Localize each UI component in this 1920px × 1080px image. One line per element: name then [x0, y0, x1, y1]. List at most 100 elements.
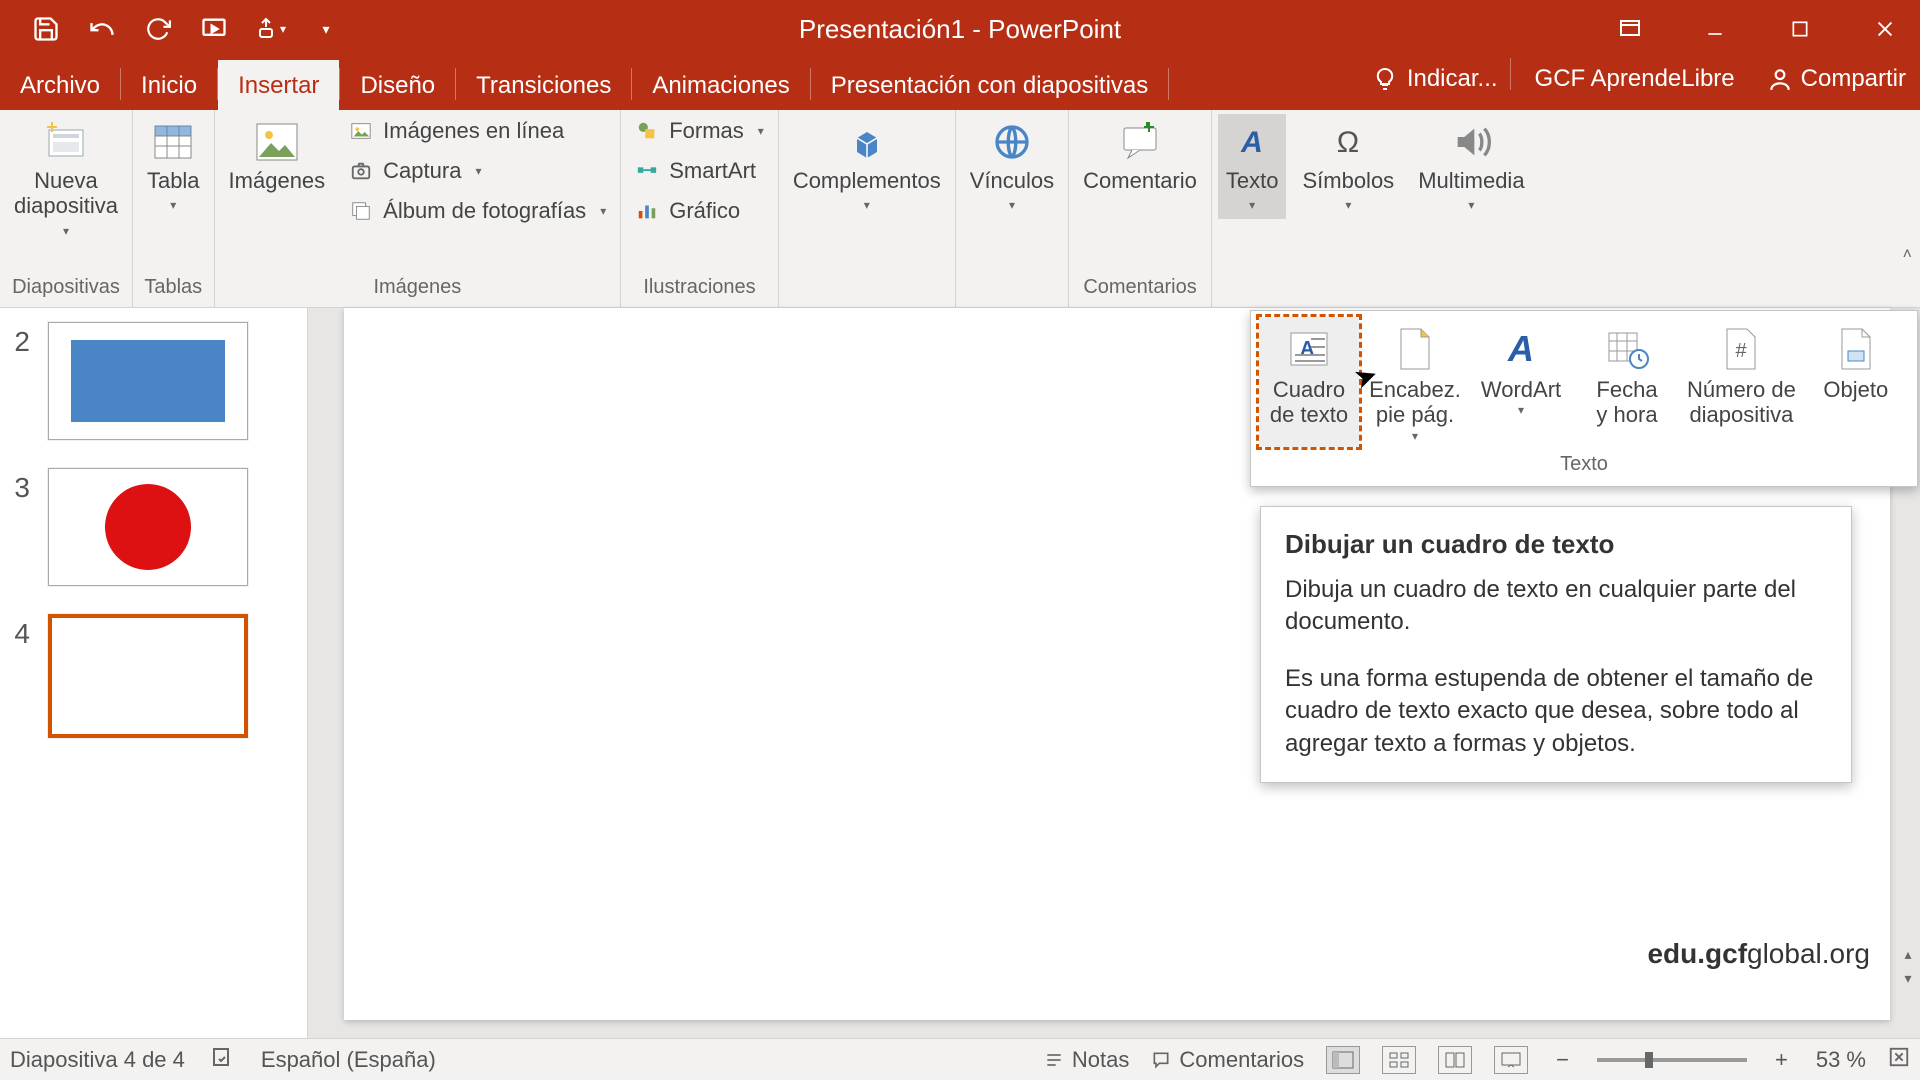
addins-button[interactable]: Complementos [785, 114, 949, 219]
watermark-text: edu.gcfglobal.org [1647, 938, 1870, 970]
close-icon[interactable] [1870, 14, 1900, 44]
wordart-icon: A [1493, 321, 1549, 377]
maximize-icon[interactable] [1785, 14, 1815, 44]
group-complementos: Complementos [779, 110, 956, 307]
textbox-label: Cuadro de texto [1270, 377, 1348, 428]
hash-page-icon: # [1713, 321, 1769, 377]
smartart-label: SmartArt [669, 158, 756, 184]
zoom-value[interactable]: 53 % [1816, 1047, 1866, 1073]
watermark-suffix: global.org [1747, 938, 1870, 969]
group-label-diapositivas: Diapositivas [12, 272, 120, 305]
reading-view-button[interactable] [1438, 1046, 1472, 1074]
notes-button[interactable]: Notas [1044, 1047, 1129, 1073]
group-diapositivas: Nueva diapositiva Diapositivas [0, 110, 133, 307]
touch-mode-icon[interactable]: ▾ [254, 13, 286, 45]
symbols-button[interactable]: Ω Símbolos [1294, 114, 1402, 219]
svg-text:A: A [1300, 338, 1314, 360]
header-footer-button[interactable]: Encabez. pie pág. [1365, 317, 1465, 447]
spellcheck-icon[interactable] [211, 1045, 235, 1075]
comments-label: Comentarios [1179, 1047, 1304, 1073]
text-gallery-dropdown: A Cuadro de texto Encabez. pie pág. A Wo… [1250, 310, 1918, 487]
fit-to-window-button[interactable] [1888, 1046, 1910, 1074]
object-button[interactable]: Objeto [1806, 317, 1906, 447]
comments-button[interactable]: Comentarios [1151, 1047, 1304, 1073]
start-from-beginning-icon[interactable] [198, 13, 230, 45]
thumb-number: 4 [8, 618, 30, 650]
notes-icon [1044, 1050, 1064, 1070]
media-label: Multimedia [1418, 168, 1524, 193]
photo-album-label: Álbum de fotografías [383, 198, 586, 224]
online-pictures-label: Imágenes en línea [383, 118, 564, 144]
slide-sorter-view-button[interactable] [1382, 1046, 1416, 1074]
group-imagenes: Imágenes Imágenes en línea Captura▾ Álbu… [215, 110, 622, 307]
tab-insertar[interactable]: Insertar [218, 60, 339, 110]
zoom-in-button[interactable]: + [1769, 1047, 1794, 1073]
window-controls [1615, 14, 1900, 44]
undo-icon[interactable] [86, 13, 118, 45]
shapes-label: Formas [669, 118, 744, 144]
ribbon-display-options-icon[interactable] [1615, 14, 1645, 44]
thumbnail-2[interactable]: 2 [0, 316, 307, 462]
language-indicator[interactable]: Español (España) [261, 1047, 436, 1073]
textbox-button[interactable]: A Cuadro de texto [1259, 317, 1359, 447]
tab-separator [1168, 68, 1169, 100]
tab-diseno[interactable]: Diseño [340, 60, 455, 110]
comment-label: Comentario [1083, 168, 1197, 193]
tab-animaciones[interactable]: Animaciones [632, 60, 809, 110]
group-tablas: Tabla Tablas [133, 110, 215, 307]
zoom-handle[interactable] [1645, 1052, 1653, 1068]
online-pictures-button[interactable]: Imágenes en línea [341, 114, 614, 148]
online-pictures-icon [349, 119, 373, 143]
minimize-icon[interactable] [1700, 14, 1730, 44]
comment-button[interactable]: Comentario [1075, 114, 1205, 199]
zoom-slider[interactable] [1597, 1058, 1747, 1062]
document-title: Presentación1 - PowerPoint [799, 14, 1121, 45]
customize-qat-icon[interactable]: ▾ [310, 13, 342, 45]
object-label: Objeto [1823, 377, 1888, 402]
tooltip-title: Dibujar un cuadro de texto [1285, 529, 1827, 560]
screenshot-button[interactable]: Captura▾ [341, 154, 614, 188]
save-icon[interactable] [30, 13, 62, 45]
table-button[interactable]: Tabla [139, 114, 208, 219]
redo-icon[interactable] [142, 13, 174, 45]
tell-me-label: Indicar... [1407, 65, 1498, 93]
shapes-button[interactable]: Formas▾ [627, 114, 772, 148]
lightbulb-icon [1373, 67, 1397, 91]
scroll-down-icon[interactable]: ▾ [1898, 970, 1918, 992]
svg-text:#: # [1736, 340, 1748, 362]
tell-me-search[interactable]: Indicar... [1373, 65, 1498, 93]
pictures-button[interactable]: Imágenes [221, 114, 334, 199]
slideshow-view-button[interactable] [1494, 1046, 1528, 1074]
share-button[interactable]: Compartir [1759, 65, 1914, 93]
slide-counter[interactable]: Diapositiva 4 de 4 [10, 1047, 185, 1073]
media-button[interactable]: Multimedia [1410, 114, 1532, 219]
chart-button[interactable]: Gráfico [627, 194, 772, 228]
normal-view-button[interactable] [1326, 1046, 1360, 1074]
collapse-ribbon-icon[interactable]: ˄ [1903, 246, 1912, 264]
pictures-label: Imágenes [229, 168, 326, 193]
screenshot-label: Captura [383, 158, 461, 184]
photo-album-button[interactable]: Álbum de fotografías▾ [341, 194, 614, 228]
tab-presentacion[interactable]: Presentación con diapositivas [811, 60, 1169, 110]
new-slide-button[interactable]: Nueva diapositiva [6, 114, 126, 244]
text-dropdown-button[interactable]: A Texto [1218, 114, 1287, 219]
tab-inicio[interactable]: Inicio [121, 60, 217, 110]
addins-icon [843, 120, 891, 164]
tab-archivo[interactable]: Archivo [0, 60, 120, 110]
svg-text:A: A [1240, 126, 1263, 159]
link-icon [988, 120, 1036, 164]
date-time-button[interactable]: Fecha y hora [1577, 317, 1677, 447]
gcf-link[interactable]: GCF AprendeLibre [1523, 65, 1747, 93]
thumbnail-4[interactable]: 4 [0, 608, 307, 760]
zoom-out-button[interactable]: − [1550, 1047, 1575, 1073]
slide-number-label: Número de diapositiva [1687, 377, 1796, 428]
tab-transiciones[interactable]: Transiciones [456, 60, 631, 110]
scroll-up-icon[interactable]: ▴ [1898, 946, 1918, 968]
thumbnail-3[interactable]: 3 [0, 462, 307, 608]
person-icon [1767, 66, 1793, 92]
speaker-icon [1447, 120, 1495, 164]
wordart-button[interactable]: A WordArt [1471, 317, 1571, 447]
smartart-button[interactable]: SmartArt [627, 154, 772, 188]
links-button[interactable]: Vínculos [962, 114, 1062, 219]
slide-number-button[interactable]: # Número de diapositiva [1683, 317, 1800, 447]
